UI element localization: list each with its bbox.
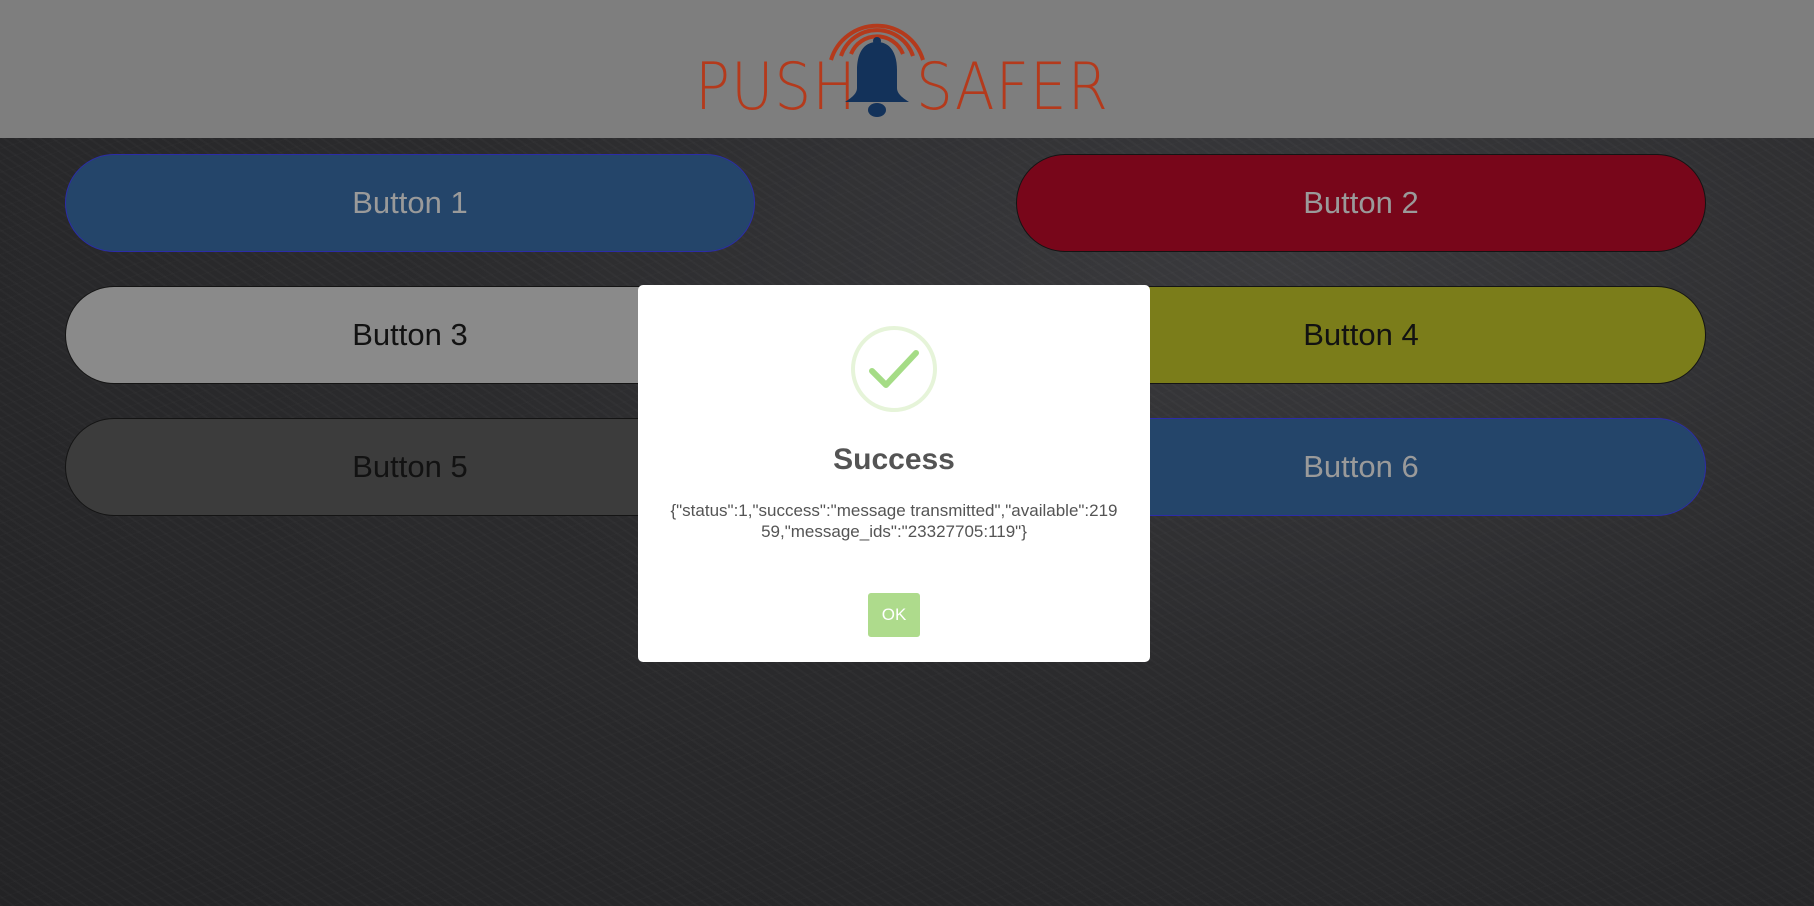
ok-button[interactable]: OK bbox=[868, 593, 920, 637]
pushsafer-logo[interactable]: PUSH SAFER bbox=[690, 14, 1108, 124]
dialog-message: {"status":1,"success":"message transmitt… bbox=[670, 501, 1118, 541]
logo-text-safer: SAFER bbox=[916, 48, 1109, 125]
header-bar: PUSH SAFER bbox=[0, 0, 1814, 138]
success-dialog: Success {"status":1,"success":"message t… bbox=[638, 285, 1150, 662]
checkmark-icon bbox=[851, 326, 937, 412]
dialog-title: Success bbox=[833, 443, 955, 476]
button-2[interactable]: Button 2 bbox=[1016, 154, 1706, 252]
bell-icon bbox=[829, 23, 925, 117]
button-1[interactable]: Button 1 bbox=[65, 154, 755, 252]
